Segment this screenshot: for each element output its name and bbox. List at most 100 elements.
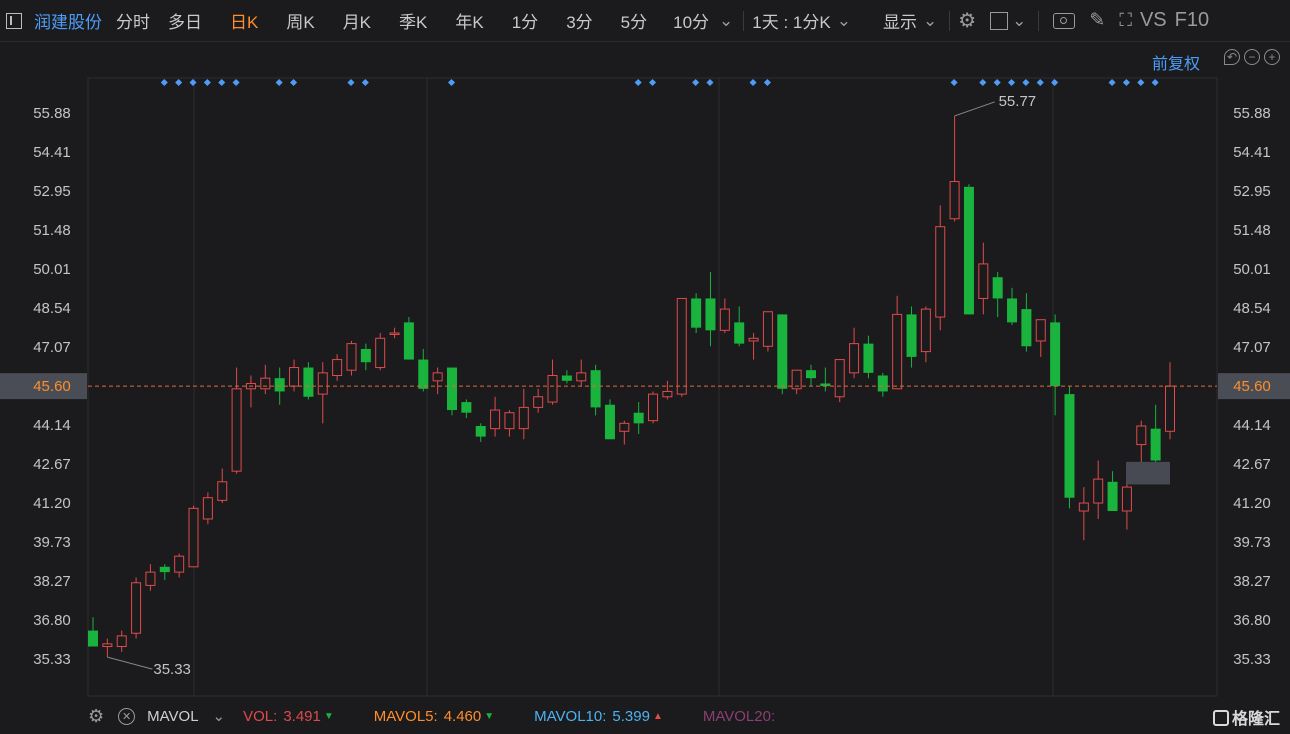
candle-body <box>303 367 314 397</box>
chevron-down-icon[interactable]: ⌄ <box>719 11 733 31</box>
tab-duori[interactable]: 多日 <box>168 8 202 33</box>
signal-dot <box>203 78 211 87</box>
candle-body <box>849 343 860 374</box>
signal-dot <box>649 78 657 87</box>
candle-body <box>1078 502 1089 512</box>
chevron-down-icon[interactable]: ⌄ <box>213 707 226 725</box>
chevron-down-icon[interactable]: ⌄ <box>837 11 851 31</box>
candle <box>145 564 156 591</box>
brand-text: 格隆汇 <box>1231 711 1280 728</box>
candle-body <box>1165 385 1175 432</box>
candle-body <box>461 402 472 413</box>
signal-dot <box>189 78 197 87</box>
candle <box>719 298 730 333</box>
tab-season-k[interactable]: 季K <box>399 8 427 33</box>
chevron-down-icon[interactable]: ⌄ <box>923 11 937 31</box>
pencil-icon[interactable]: ✎ <box>1089 9 1105 32</box>
candle <box>619 420 630 445</box>
candle-body <box>1007 298 1018 323</box>
vs-button[interactable]: VS <box>1140 9 1167 32</box>
candle <box>432 367 443 395</box>
candle-body <box>1035 319 1046 342</box>
gear-icon[interactable]: ⚙ <box>88 706 104 727</box>
candle <box>906 306 917 368</box>
candle-body <box>389 332 400 335</box>
y-tick-label-right: 47.07 <box>1233 339 1271 356</box>
chevron-down-icon[interactable]: ⌄ <box>1012 11 1026 31</box>
tab-5min[interactable]: 5分 <box>621 8 647 33</box>
y-tick-label-left: 54.41 <box>33 144 71 161</box>
candle <box>303 362 314 400</box>
candle-body <box>159 566 170 573</box>
candle-body <box>590 370 601 408</box>
candle-body <box>949 181 960 220</box>
y-tick-label-left: 39.73 <box>33 534 71 551</box>
candle-body <box>188 507 199 568</box>
tab-3min[interactable]: 3分 <box>566 8 592 33</box>
candlestick-chart[interactable]: 45.60 45.60 55.77 35.33 55.88 54.41 52.95 51.4… <box>0 42 1290 698</box>
tab-10min[interactable]: 10分 <box>673 8 709 33</box>
divider <box>949 10 951 31</box>
candle <box>604 399 615 440</box>
gear-icon[interactable]: ⚙ <box>958 8 976 33</box>
candle <box>705 271 716 347</box>
candle-body <box>202 497 213 520</box>
candle <box>963 184 974 315</box>
signal-dot <box>232 78 240 87</box>
candle-body <box>892 313 903 390</box>
candle <box>533 388 544 413</box>
candle <box>447 367 457 416</box>
vol-value: 3.491 <box>283 707 321 725</box>
y-tick-label-right: 50.01 <box>1233 261 1271 278</box>
candle-body <box>475 425 486 437</box>
signal-dot <box>706 78 714 87</box>
candle-body <box>260 377 271 390</box>
minute-k-select[interactable]: 1天 : 1分K <box>752 8 830 33</box>
y-tick-label-right: 52.95 <box>1233 183 1271 200</box>
candle <box>791 369 802 395</box>
candle-body <box>777 314 788 389</box>
brand-logo: 格隆汇 <box>1212 705 1280 729</box>
tab-fenshi[interactable]: 分时 <box>116 8 150 33</box>
candle-body <box>447 367 457 411</box>
candle <box>920 306 931 363</box>
tab-day-k[interactable]: 日K <box>230 8 258 33</box>
candle-body <box>1150 428 1161 461</box>
y-tick-label-left: 52.95 <box>33 183 71 200</box>
signal-dot <box>692 78 700 87</box>
close-icon[interactable]: ✕ <box>118 707 136 725</box>
tab-week-k[interactable]: 周K <box>286 8 314 33</box>
fullscreen-icon[interactable]: ⛶ <box>1119 10 1132 31</box>
candle-body <box>418 359 429 389</box>
candle <box>245 375 256 408</box>
candle-body <box>1064 394 1075 498</box>
candle <box>1035 319 1046 357</box>
camera-icon[interactable] <box>1053 12 1076 29</box>
candle <box>561 370 572 384</box>
high-price-label: 55.77 <box>999 93 1037 110</box>
sidebar-toggle-icon[interactable] <box>6 12 22 29</box>
indicator-select[interactable]: MAVOL <box>147 708 198 725</box>
candle-body <box>518 406 529 430</box>
candle-body <box>662 390 673 398</box>
tab-1min[interactable]: 1分 <box>512 8 538 33</box>
y-tick-label-left: 50.01 <box>33 261 71 278</box>
display-menu[interactable]: 显示 <box>883 8 917 33</box>
signal-dot <box>347 78 355 87</box>
candle-body <box>576 372 587 382</box>
candle <box>1165 362 1175 440</box>
square-icon[interactable] <box>990 11 1009 30</box>
candle <box>662 380 673 400</box>
candle-body <box>1121 486 1132 512</box>
candle <box>978 242 989 315</box>
candle <box>576 359 587 387</box>
f10-button[interactable]: F10 <box>1175 9 1209 32</box>
y-tick-label-right: 38.27 <box>1233 573 1271 590</box>
candle <box>863 335 874 379</box>
y-tick-label-right: 54.41 <box>1233 144 1271 161</box>
stock-name[interactable]: 润建股份 <box>34 8 102 33</box>
signal-dot <box>1151 78 1159 87</box>
tab-year-k[interactable]: 年K <box>455 8 483 33</box>
mavol5-label: MAVOL5: <box>373 707 438 725</box>
tab-month-k[interactable]: 月K <box>343 8 371 33</box>
